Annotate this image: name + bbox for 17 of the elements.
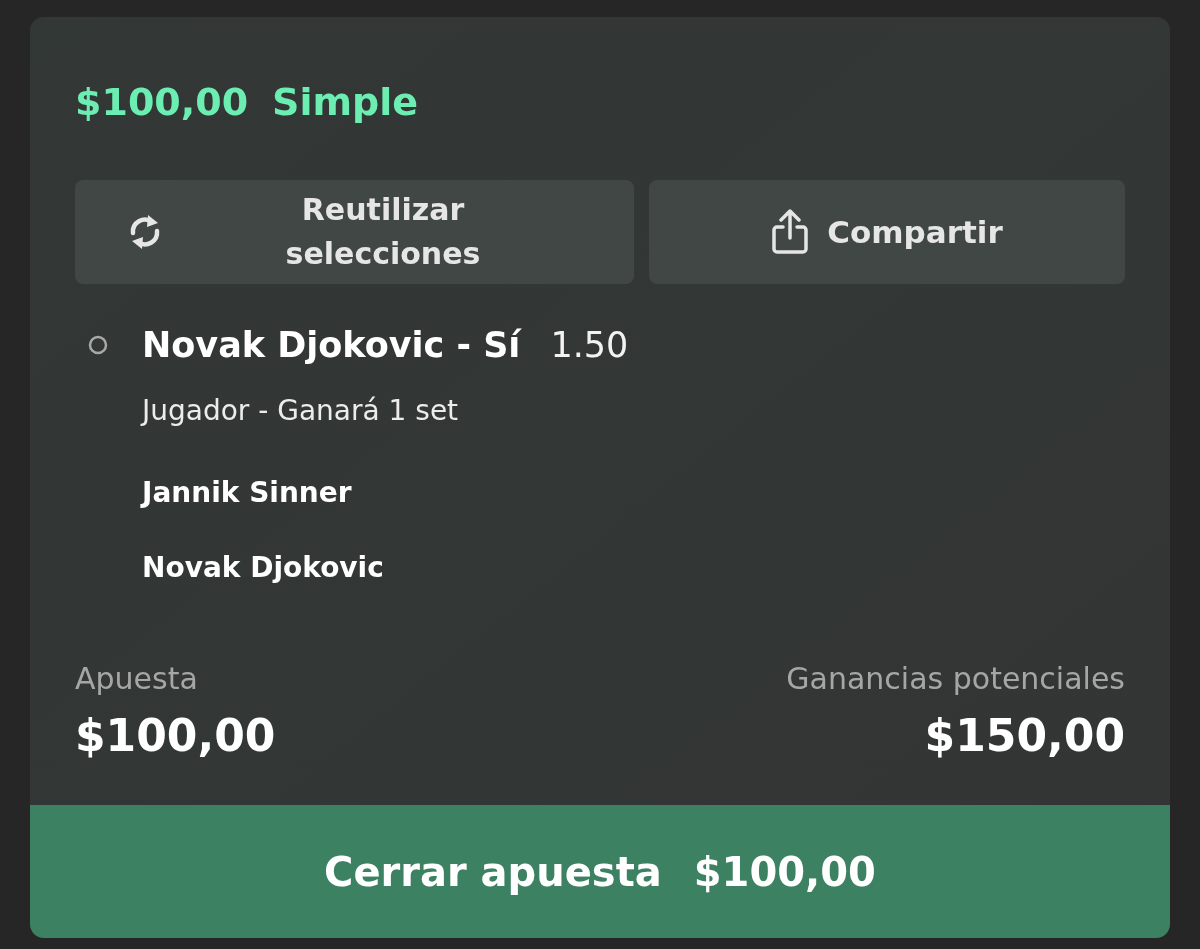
stake-value: $100,00 [75,710,276,762]
bet-amount: $100,00 [75,79,249,125]
cash-out-button[interactable]: Cerrar apuesta $100,00 [30,805,1170,938]
reuse-selections-button[interactable]: Reutilizar selecciones [75,180,634,284]
share-button[interactable]: Compartir [649,180,1125,284]
potential-winnings-label: Ganancias potenciales [786,661,1125,697]
refresh-icon [128,214,162,250]
potential-winnings-value: $150,00 [924,710,1125,762]
selection-pick: Novak Djokovic - Sí [142,324,521,367]
player-name: Jannik Sinner [142,476,353,510]
stake-label: Apuesta [75,661,199,697]
share-icon [771,209,810,255]
market-name: Jugador - Ganará 1 set [142,394,460,428]
status-circle-icon [88,335,108,355]
selection-odds: 1.50 [550,324,629,367]
player-name: Novak Djokovic [142,551,385,585]
bet-type: Simple [272,79,419,125]
